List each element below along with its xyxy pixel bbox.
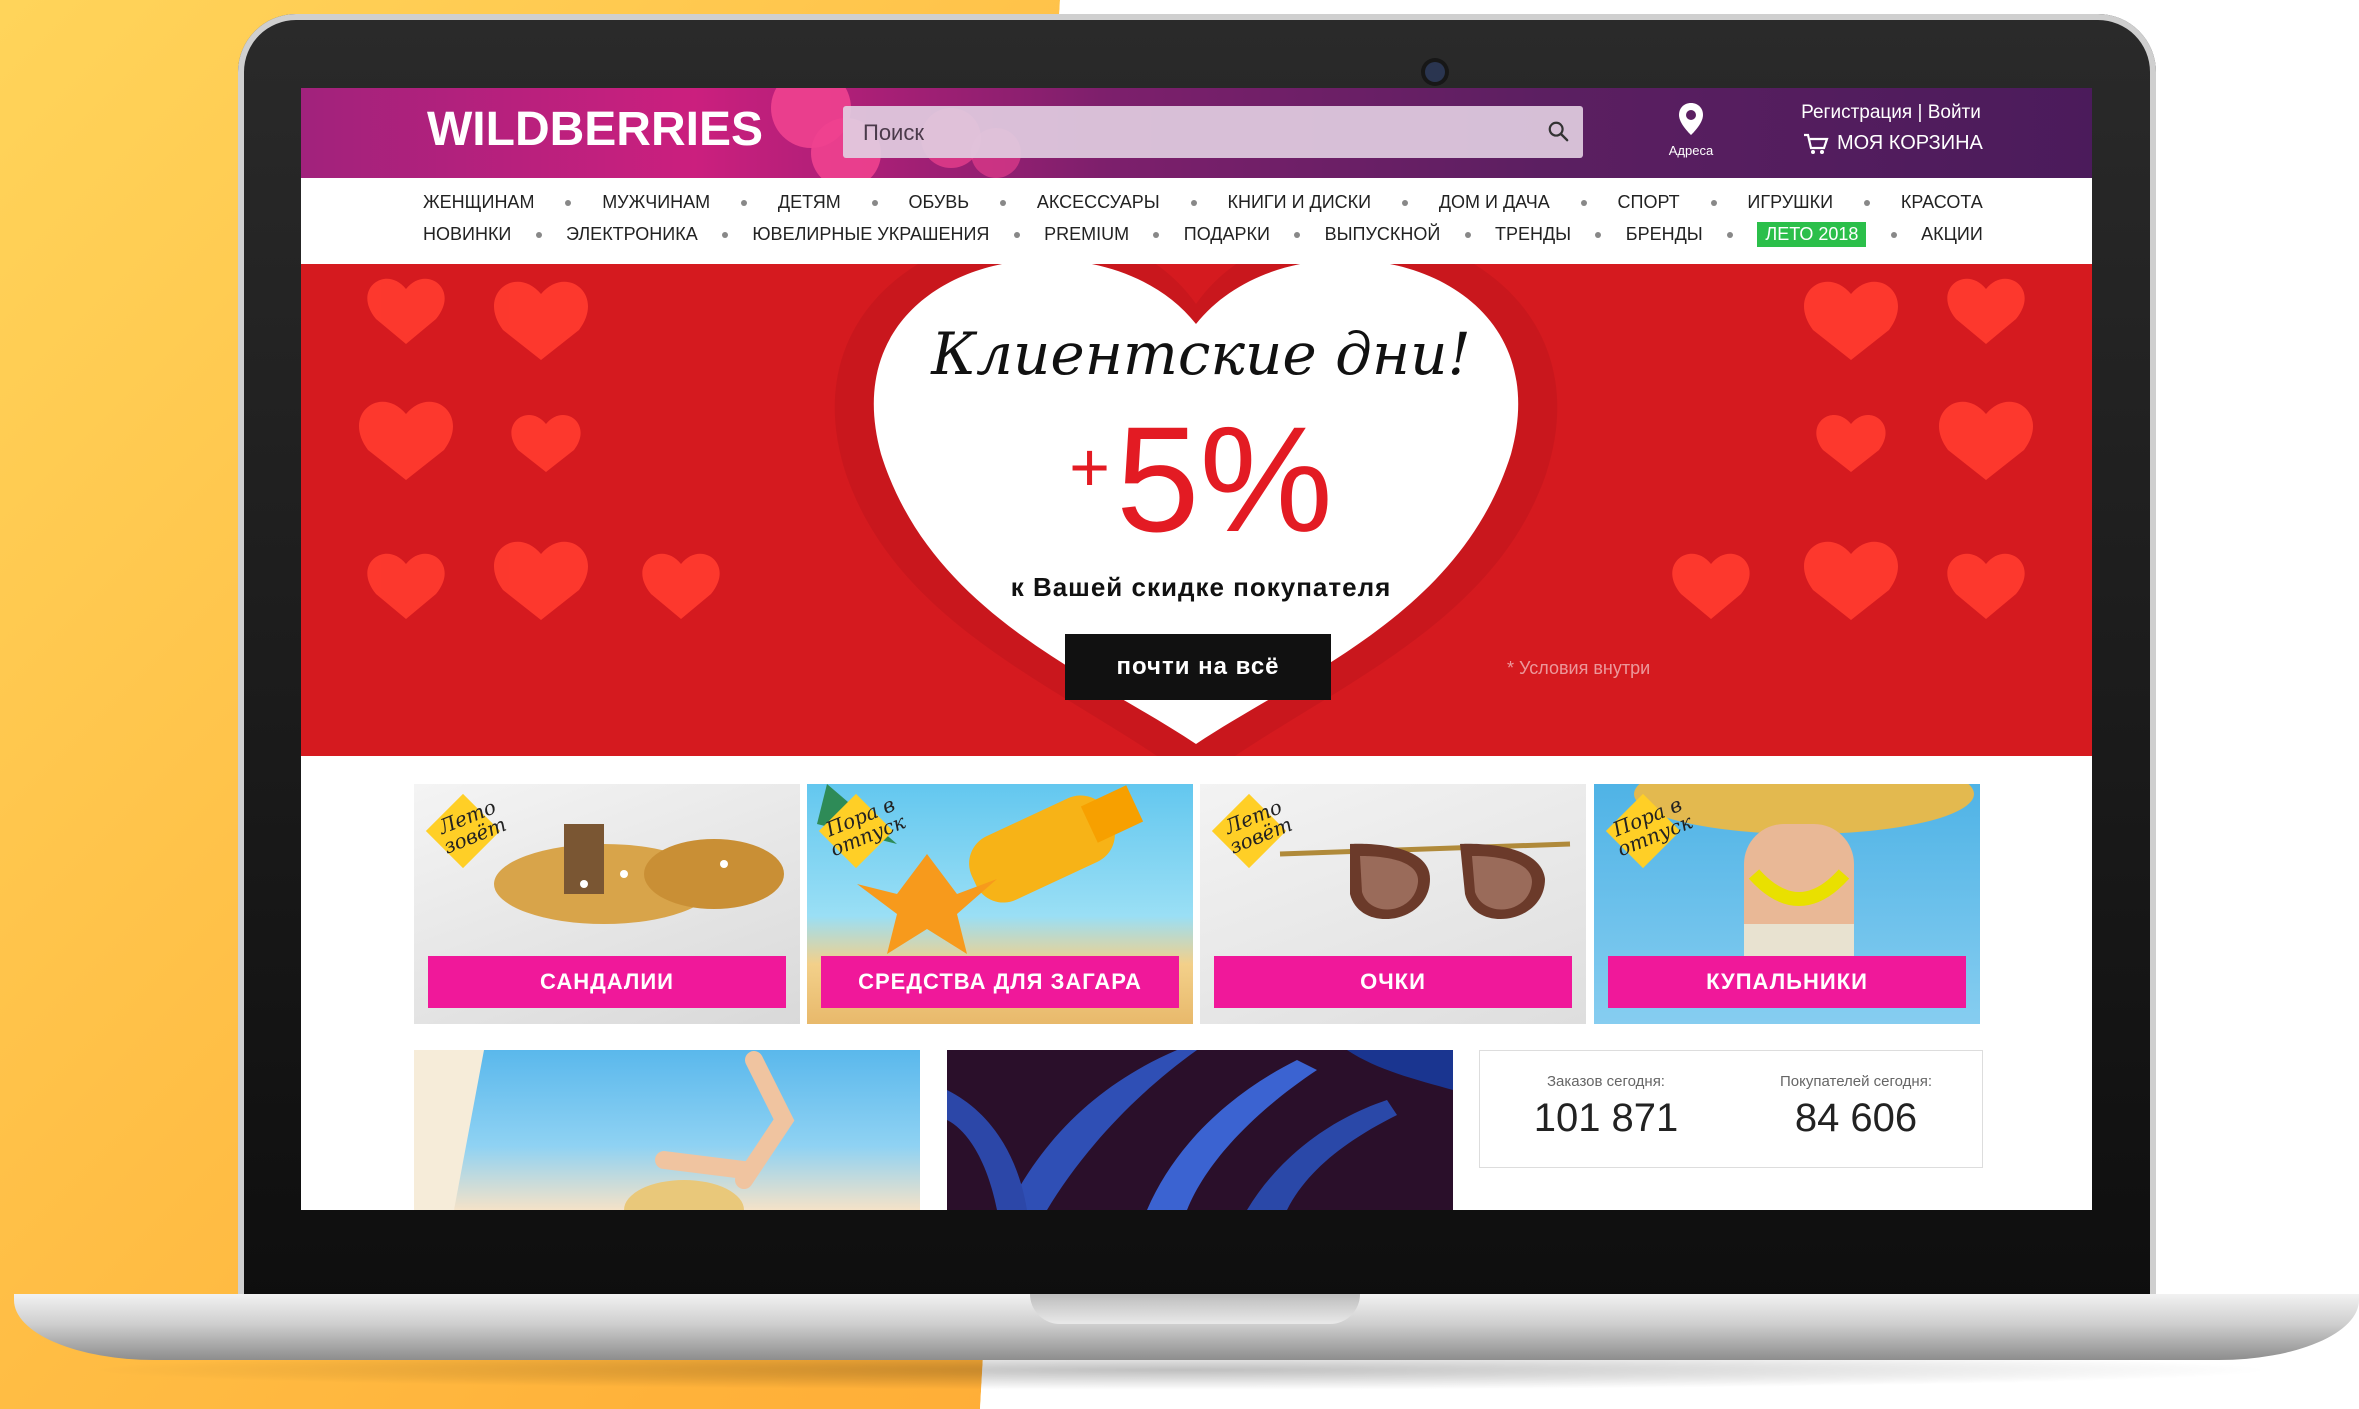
nav-separator <box>1294 231 1301 238</box>
nav-separator <box>1190 199 1197 206</box>
nav-item-toys[interactable]: ИГРУШКИ <box>1747 192 1833 213</box>
nav-separator <box>722 231 729 238</box>
nav-separator <box>1464 231 1471 238</box>
stats-panel: Заказов сегодня: 101 871 Покупателей сег… <box>1479 1050 1983 1168</box>
register-link[interactable]: Регистрация <box>1801 102 1912 123</box>
nav-item-electronics[interactable]: ЭЛЕКТРОНИКА <box>566 224 698 245</box>
promo-banner-summer[interactable] <box>414 1050 920 1210</box>
hero-cta-button[interactable]: почти на всё <box>1065 634 1331 700</box>
tropical-leaves-image <box>947 1050 1453 1210</box>
category-label: КУПАЛЬНИКИ <box>1608 956 1966 1008</box>
summer-woman-image <box>414 1050 795 1210</box>
auth-links: Регистрация | Войти <box>1781 102 2001 124</box>
nav-separator <box>1595 231 1602 238</box>
cart-label: МОЯ КОРЗИНА <box>1837 132 1983 154</box>
site-header: WILDBERRIES Адреса Регистрация | Войти <box>301 88 2092 188</box>
nav-separator <box>535 231 542 238</box>
login-link[interactable]: Войти <box>1928 102 1981 123</box>
nav-item-sport[interactable]: СПОРТ <box>1618 192 1680 213</box>
nav-row-2: НОВИНКИ ЭЛЕКТРОНИКА ЮВЕЛИРНЫЕ УКРАШЕНИЯ … <box>423 222 1983 247</box>
category-tile-sunscreen[interactable]: Пора в отпуск СРЕДСТВА ДЛЯ ЗАГАРА <box>807 784 1193 1024</box>
buyers-today-value: 84 606 <box>1794 1096 1918 1140</box>
search-box <box>843 106 1583 160</box>
nav-item-shoes[interactable]: ОБУВЬ <box>908 192 969 213</box>
nav-separator <box>1013 231 1020 238</box>
buyers-today-label: Покупателей сегодня: <box>1780 1073 1932 1090</box>
hero-percent: 5% <box>1116 395 1333 563</box>
category-tile-sandals[interactable]: Лето зовёт САНДАЛИИ <box>414 784 800 1024</box>
hero-plus: + <box>1069 428 1111 506</box>
nav-separator <box>1890 231 1897 238</box>
map-pin-icon <box>1679 103 1703 135</box>
nav-item-kids[interactable]: ДЕТЯМ <box>778 192 841 213</box>
nav-separator <box>1401 199 1408 206</box>
nav-separator <box>565 199 572 206</box>
nav-separator <box>1153 231 1160 238</box>
nav-separator <box>871 199 878 206</box>
camera-icon <box>1425 62 1445 82</box>
nav-item-premium[interactable]: PREMIUM <box>1044 224 1129 245</box>
nav-item-new[interactable]: НОВИНКИ <box>423 224 511 245</box>
nav-item-gifts[interactable]: ПОДАРКИ <box>1184 224 1270 245</box>
category-nav: ЖЕНЩИНАМ МУЖЧИНАМ ДЕТЯМ ОБУВЬ АКСЕССУАРЫ… <box>301 178 2092 264</box>
category-label: САНДАЛИИ <box>428 956 786 1008</box>
nav-item-sales[interactable]: АКЦИИ <box>1921 224 1983 245</box>
hero-conditions-note[interactable]: * Условия внутри <box>1507 658 1650 679</box>
category-tiles: Лето зовёт САНДАЛИИ Пора в отпуск СРЕДСТ… <box>414 784 1980 1024</box>
hero-title: Клиентские дни! <box>931 320 1471 388</box>
nav-item-summer-2018[interactable]: ЛЕТО 2018 <box>1757 222 1867 247</box>
search-icon[interactable] <box>1547 120 1569 142</box>
category-tile-swimwear[interactable]: Пора в отпуск КУПАЛЬНИКИ <box>1594 784 1980 1024</box>
category-tile-glasses[interactable]: Лето зовёт ОЧКИ <box>1200 784 1586 1024</box>
promo-banner-tropical[interactable] <box>947 1050 1453 1210</box>
browser-screen: WILDBERRIES Адреса Регистрация | Войти <box>301 88 2092 1210</box>
auth-separator: | <box>1917 102 1923 123</box>
addresses-label: Адреса <box>1668 143 1714 158</box>
cart-link[interactable]: МОЯ КОРЗИНА <box>1803 132 1983 155</box>
orders-today-value: 101 871 <box>1533 1096 1679 1140</box>
hero-subtitle: к Вашей скидке покупателя <box>1010 572 1392 602</box>
nav-item-graduation[interactable]: ВЫПУСКНОЙ <box>1325 224 1441 245</box>
orders-today: Заказов сегодня: 101 871 <box>1486 1073 1726 1141</box>
addresses-link[interactable]: Адреса <box>1651 102 1731 158</box>
nav-item-brands[interactable]: БРЕНДЫ <box>1626 224 1703 245</box>
site-logo[interactable]: WILDBERRIES <box>427 102 763 157</box>
category-label: СРЕДСТВА ДЛЯ ЗАГАРА <box>821 956 1179 1008</box>
hero-discount: +5% <box>1021 404 1381 554</box>
nav-separator <box>741 199 748 206</box>
nav-item-accessories[interactable]: АКСЕССУАРЫ <box>1037 192 1160 213</box>
nav-item-trends[interactable]: ТРЕНДЫ <box>1495 224 1571 245</box>
search-input[interactable] <box>861 106 1525 160</box>
nav-separator <box>1000 199 1006 206</box>
nav-item-books[interactable]: КНИГИ И ДИСКИ <box>1228 192 1372 213</box>
hero-banner[interactable]: Клиентские дни! +5% к Вашей скидке покуп… <box>301 264 2092 756</box>
laptop-notch <box>1030 1294 1360 1324</box>
cart-icon <box>1804 133 1829 154</box>
nav-separator <box>1580 199 1587 206</box>
nav-item-beauty[interactable]: КРАСОТА <box>1901 192 1983 213</box>
nav-item-women[interactable]: ЖЕНЩИНАМ <box>423 192 534 213</box>
nav-item-jewelry[interactable]: ЮВЕЛИРНЫЕ УКРАШЕНИЯ <box>752 224 989 245</box>
buyers-today: Покупателей сегодня: 84 606 <box>1736 1073 1976 1141</box>
nav-separator <box>1710 199 1717 206</box>
nav-item-men[interactable]: МУЖЧИНАМ <box>602 192 710 213</box>
nav-row-1: ЖЕНЩИНАМ МУЖЧИНАМ ДЕТЯМ ОБУВЬ АКСЕССУАРЫ… <box>423 192 1983 213</box>
nav-item-home[interactable]: ДОМ И ДАЧА <box>1439 192 1550 213</box>
orders-today-label: Заказов сегодня: <box>1547 1073 1665 1090</box>
nav-separator <box>1863 199 1870 206</box>
nav-separator <box>1727 231 1734 238</box>
category-label: ОЧКИ <box>1214 956 1572 1008</box>
